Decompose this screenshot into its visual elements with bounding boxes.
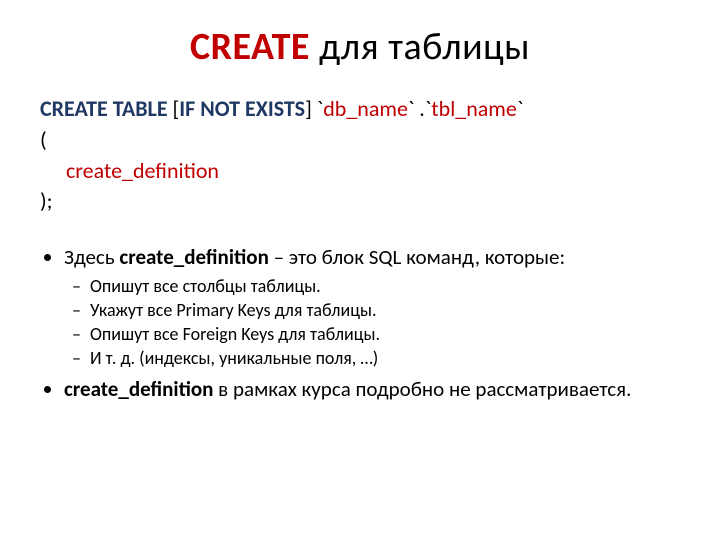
list-item: Здесь create_definition – это блок SQL к… — [64, 243, 680, 371]
list-item: И т. д. (индексы, уникальные поля, …) — [90, 346, 680, 370]
b2-rest: в рамках курса подробно не рассматривает… — [213, 376, 631, 402]
dot: . — [414, 95, 425, 122]
bullet-list: Здесь create_definition – это блок SQL к… — [40, 243, 680, 403]
syntax-line-1: CREATE TABLE [IF NOT EXISTS] `db_name` .… — [40, 94, 680, 125]
kw-create-table: CREATE TABLE — [40, 95, 173, 122]
sub-list: Опишут все столбцы таблицы. Укажут все P… — [64, 274, 680, 371]
b1-prefix: Здесь — [64, 244, 119, 270]
create-definition: create_definition — [40, 156, 680, 187]
list-item: Укажут все Primary Keys для таблицы. — [90, 298, 680, 322]
b1-rest: – это блок SQL команд, которые: — [269, 244, 565, 270]
tick-tbl-post: ` — [517, 95, 523, 122]
kw-if-not-exists: IF NOT EXISTS — [179, 95, 305, 122]
list-item: create_definition в рамках курса подробн… — [64, 375, 680, 403]
list-item: Опишут все столбцы таблицы. — [90, 274, 680, 298]
syntax-close-paren: ); — [40, 186, 680, 217]
tick-db-pre: ` — [312, 95, 323, 122]
title-rest: для таблицы — [310, 24, 530, 70]
list-item: Опишут все Foreign Keys для таблицы. — [90, 322, 680, 346]
tbl-name: tbl_name — [431, 95, 517, 122]
b2-bold: create_definition — [64, 376, 213, 402]
b1-bold: create_definition — [119, 244, 268, 270]
slide-title: CREATE для таблицы — [40, 24, 680, 70]
db-name: db_name — [323, 95, 408, 122]
syntax-open-paren: ( — [40, 125, 680, 156]
title-keyword: CREATE — [190, 24, 310, 70]
bracket-close: ] — [305, 95, 312, 122]
sql-syntax-block: CREATE TABLE [IF NOT EXISTS] `db_name` .… — [40, 94, 680, 217]
